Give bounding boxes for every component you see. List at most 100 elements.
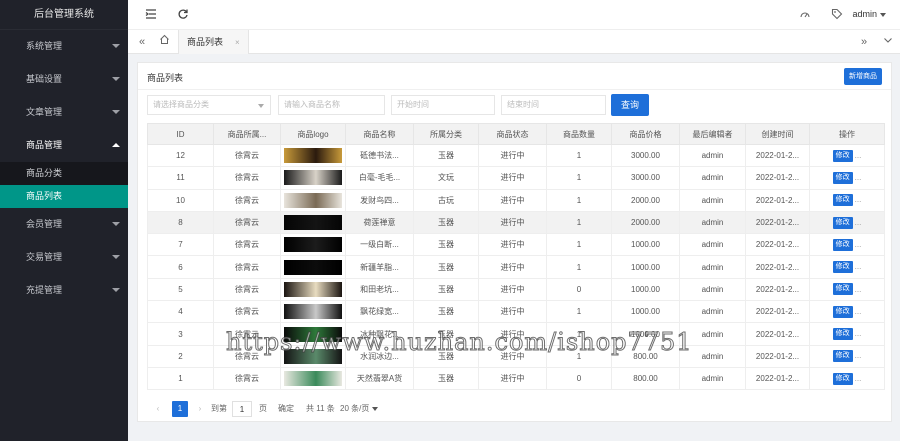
sidebar-item-deposits[interactable]: 充提管理 [0, 274, 128, 307]
more-actions[interactable]: ... [855, 329, 862, 338]
edit-button[interactable]: 修改 [832, 171, 853, 184]
column-header: 操作 [809, 123, 885, 145]
table-row[interactable]: 1 徐霄云 天然翡翠A货 玉器 进行中 0 800.00 admin 2022-01-2... 修… [147, 366, 885, 391]
sidebar-item-articles[interactable]: 文章管理 [0, 96, 128, 129]
table-row[interactable]: 11 徐霄云 白毫-毛毛... 文玩 进行中 1 3000.00 admin 2022-01-2… [147, 166, 885, 190]
column-header: 最后编辑者 [679, 123, 746, 145]
chevron-down-icon[interactable] [880, 34, 896, 50]
edit-button[interactable]: 修改 [832, 238, 853, 251]
product-logo-image [284, 371, 342, 387]
table-row[interactable]: 4 徐霄云 飘花绿宽... 玉器 进行中 1 1000.00 admin 2022-01-2..… [147, 300, 885, 324]
theme-icon[interactable] [798, 8, 812, 22]
product-table: ID 商品所属... 商品logo 商品名称 所属分类 商品状态 商品数量 商品价格 最后编辑者… [147, 123, 885, 391]
edit-button[interactable]: 修改 [832, 283, 853, 296]
cell-created: 2022-01-2... [745, 233, 810, 257]
product-logo-image [284, 281, 342, 297]
table-row[interactable]: 10 徐霄云 发财鸟四... 古玩 进行中 1 2000.00 admin 2022-01-2.… [147, 188, 885, 212]
more-actions[interactable]: ... [855, 240, 862, 249]
cell-category: 文玩 [413, 166, 479, 190]
table-row[interactable]: 2 徐霄云 水润冰边... 玉器 进行中 1 800.00 admin 2022-01-2...… [147, 344, 885, 368]
cell-owner: 徐霄云 [213, 322, 281, 346]
more-actions[interactable]: ... [855, 218, 862, 227]
cell-qty: 0 [546, 277, 612, 302]
table-body: 12 徐霄云 砥德书法... 玉器 进行中 1 3000.00 admin 2022-01-2.… [147, 143, 885, 391]
close-icon[interactable]: × [235, 38, 240, 47]
column-header: 商品名称 [345, 123, 414, 145]
sidebar-item-products[interactable]: 商品管理 [0, 129, 128, 162]
more-actions[interactable]: ... [855, 173, 862, 182]
more-actions[interactable]: ... [855, 351, 862, 360]
cell-editor: admin [679, 143, 746, 168]
next-page-icon[interactable]: › [194, 401, 206, 417]
cell-name: 荷莲禅意 [345, 210, 414, 235]
tab-product-list[interactable]: 商品列表 × [178, 30, 249, 54]
cell-category: 玉器 [413, 277, 479, 302]
home-icon[interactable] [156, 34, 172, 50]
sidebar-item-basic-settings[interactable]: 基础设置 [0, 63, 128, 96]
end-time-input[interactable]: 结束时间 [501, 95, 606, 115]
table-row[interactable]: 7 徐霄云 一级白断... 玉器 进行中 1 1000.00 admin 2022-01-2..… [147, 233, 885, 257]
cell-editor: admin [679, 210, 746, 235]
edit-button[interactable]: 修改 [832, 216, 853, 229]
start-time-input[interactable]: 开始时间 [391, 95, 495, 115]
edit-button[interactable]: 修改 [832, 194, 853, 207]
sidebar-subitem-product-list[interactable]: 商品列表 [0, 185, 128, 208]
edit-button[interactable]: 修改 [832, 305, 853, 318]
cell-status: 进行中 [478, 277, 547, 302]
cell-name: 和田老坑... [345, 277, 414, 302]
cell-id: 12 [147, 143, 214, 168]
more-actions[interactable]: ... [855, 151, 862, 160]
cell-created: 2022-01-2... [745, 300, 810, 324]
more-actions[interactable]: ... [855, 374, 862, 383]
tag-icon[interactable] [830, 8, 844, 22]
sidebar-item-trades[interactable]: 交易管理 [0, 241, 128, 274]
cell-created: 2022-01-2... [745, 210, 810, 235]
table-row[interactable]: 5 徐霄云 和田老坑... 玉器 进行中 0 1000.00 admin 2022-01-2..… [147, 277, 885, 302]
column-header: 商品价格 [611, 123, 680, 145]
more-actions[interactable]: ... [855, 285, 862, 294]
user-menu[interactable]: admin [852, 9, 886, 19]
more-actions[interactable]: ... [855, 307, 862, 316]
cell-created: 2022-01-2... [745, 188, 810, 212]
actions-cell: 修改... [809, 210, 885, 235]
table-row[interactable]: 8 徐霄云 荷莲禅意 玉器 进行中 1 2000.00 admin 2022-01-2... 修改… [147, 210, 885, 235]
edit-button[interactable]: 修改 [832, 328, 853, 341]
table-row[interactable]: 12 徐霄云 砥德书法... 玉器 进行中 1 3000.00 admin 2022-01-2.… [147, 143, 885, 168]
sidebar-item-system[interactable]: 系统管理 [0, 30, 128, 63]
table-row[interactable]: 3 徐霄云 冰种飘花... 玉器 进行中 1 1000.00 admin 2022-01-2..… [147, 322, 885, 346]
cell-name: 发财鸟四... [345, 188, 414, 212]
table-row[interactable]: 6 徐霄云 新疆羊脂... 玉器 进行中 1 1000.00 admin 2022-01-2..… [147, 255, 885, 279]
product-name-input[interactable]: 请输入商品名称 [278, 95, 385, 115]
edit-button[interactable]: 修改 [832, 261, 853, 274]
tabs-scroll-right-icon[interactable]: » [856, 34, 872, 50]
admin-app: 后台管理系统 系统管理 基础设置 文章管理 商品管理 商品分类 商品列表 会员管… [0, 0, 900, 441]
page-size-select[interactable]: 20 条/页 [340, 401, 379, 417]
chevron-down-icon [880, 12, 886, 17]
refresh-icon[interactable] [176, 8, 190, 22]
prev-page-icon[interactable]: ‹ [152, 401, 164, 417]
page-size-label: 20 条/页 [340, 404, 370, 413]
edit-button[interactable]: 修改 [832, 350, 853, 363]
actions-cell: 修改... [809, 344, 885, 368]
cell-id: 10 [147, 188, 214, 212]
tabs-scroll-left-icon[interactable]: « [134, 34, 150, 50]
goto-confirm-button[interactable]: 确定 [278, 401, 294, 417]
category-select[interactable]: 请选择商品分类 [147, 95, 271, 115]
page-current[interactable]: 1 [172, 401, 188, 417]
sidebar-subitem-product-category[interactable]: 商品分类 [0, 162, 128, 185]
add-product-button[interactable]: 新增商品 [844, 68, 882, 85]
menu-fold-icon[interactable] [144, 8, 158, 22]
query-button[interactable]: 查询 [611, 94, 649, 116]
column-header: 商品logo [280, 123, 346, 145]
more-actions[interactable]: ... [855, 195, 862, 204]
cell-status: 进行中 [478, 210, 547, 235]
actions-cell: 修改... [809, 166, 885, 190]
more-actions[interactable]: ... [855, 262, 862, 271]
cell-qty: 0 [546, 366, 612, 391]
cell-created: 2022-01-2... [745, 344, 810, 368]
sidebar-item-members[interactable]: 会员管理 [0, 208, 128, 241]
cell-category: 古玩 [413, 188, 479, 212]
goto-page-input[interactable]: 1 [232, 401, 252, 417]
edit-button[interactable]: 修改 [832, 372, 853, 385]
edit-button[interactable]: 修改 [832, 149, 853, 162]
